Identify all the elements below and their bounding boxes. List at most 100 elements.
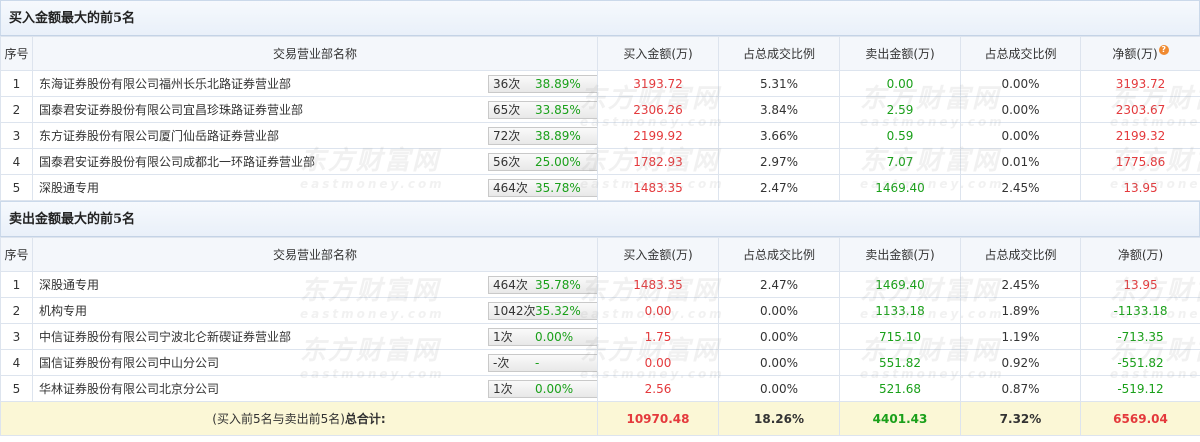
table-row: 3 东方证券股份有限公司厦门仙岳路证券营业部 72次 38.89% 2199.92 3.6… [0, 122, 1200, 149]
table-row: 1东海证券股份有限公司福州长乐北路证券营业部36次38.89%?3193.725… [0, 70, 1200, 97]
broker-cell: 中信证券股份有限公司宁波北仑新碶证券营业部 1次 0.00% [32, 323, 598, 350]
buy-header-row: 序号 交易营业部名称 买入金额(万) 占总成交比例 卖出金额(万) 占总成交比例… [0, 36, 1200, 71]
col-header-buy-amount: 买入金额(万) [597, 237, 719, 272]
buy-ratio: 3.84% [718, 96, 840, 123]
net-amount: 13.95 [1080, 271, 1200, 298]
buy-amount: 0.00 [597, 297, 719, 324]
broker-cell: 国泰君安证券股份有限公司成都北一环路证券营业部 56次 25.00% [32, 148, 598, 175]
sell-ratio: 2.45% [960, 271, 1081, 298]
appearance-count: 56次 [493, 155, 521, 169]
broker-name-link[interactable]: 中信证券股份有限公司宁波北仑新碶证券营业部 [39, 328, 291, 345]
col-header-net: 净额(万) [1080, 237, 1200, 272]
broker-cell: 深股通专用 464次 35.78% [32, 174, 598, 201]
broker-name-link[interactable]: 华林证券股份有限公司北京分公司 [39, 380, 219, 397]
col-header-buy-amount: 买入金额(万) [597, 36, 719, 71]
buy-table: 序号 交易营业部名称 买入金额(万) 占总成交比例 卖出金额(万) 占总成交比例… [0, 36, 1200, 201]
win-rate: 35.78% [535, 278, 581, 292]
broker-name-link[interactable]: 国泰君安证券股份有限公司宜昌珍珠路证券营业部 [39, 101, 303, 118]
sell-amount: 715.10 [839, 323, 961, 350]
sell-section: 卖出金额最大的前5名 序号 交易营业部名称 买入金额(万) 占总成交比例 卖出金… [0, 201, 1200, 436]
broker-name-link[interactable]: 东海证券股份有限公司福州长乐北路证券营业部 [39, 75, 291, 92]
history-stat-box[interactable]: 464次35.78%? [488, 276, 597, 294]
col-header-name: 交易营业部名称 [32, 36, 598, 71]
total-row: (买入前5名与卖出前5名)总合计: 10970.48 18.26% 4401.4… [0, 401, 1200, 436]
appearance-count: 72次 [493, 129, 521, 143]
sell-amount: 0.00 [839, 70, 961, 97]
sell-ratio: 0.01% [960, 148, 1081, 175]
buy-ratio: 0.00% [718, 375, 840, 402]
col-header-buy-ratio: 占总成交比例 [718, 36, 840, 71]
broker-name-link[interactable]: 机构专用 [39, 302, 87, 319]
appearance-count: 464次 [493, 278, 528, 292]
sell-amount: 7.07 [839, 148, 961, 175]
table-row: 5 华林证券股份有限公司北京分公司 1次 0.00% 2.56 0.00% 521.68 0.… [0, 375, 1200, 402]
buy-ratio: 2.47% [718, 174, 840, 201]
table-row: 2 国泰君安证券股份有限公司宜昌珍珠路证券营业部 65次 33.85% 2306.26 3… [0, 96, 1200, 123]
history-stat-box[interactable]: 1次 0.00% [488, 380, 597, 398]
total-buy-ratio: 18.26% [718, 401, 840, 436]
total-buy-amount: 10970.48 [597, 401, 719, 436]
total-label: (买入前5名与卖出前5名)总合计: [0, 401, 598, 436]
history-stat-box[interactable]: 1042次 35.32% [488, 302, 597, 320]
row-index: 5 [0, 375, 33, 402]
net-amount: 13.95 [1080, 174, 1200, 201]
broker-cell: 国信证券股份有限公司中山分公司 -次 - [32, 349, 598, 376]
appearance-count: 1次 [493, 330, 513, 344]
net-amount: 2199.32 [1080, 122, 1200, 149]
win-rate: 38.89% [535, 129, 581, 143]
buy-ratio: 3.66% [718, 122, 840, 149]
table-row: 4 国信证券股份有限公司中山分公司 -次 -0.00 0.00% 551.82 0.92% -… [0, 349, 1200, 376]
sell-amount: 521.68 [839, 375, 961, 402]
history-stat-box[interactable]: 36次38.89%? [488, 75, 597, 93]
row-index: 4 [0, 349, 33, 376]
history-stat-box[interactable]: 72次 38.89% [488, 127, 597, 145]
table-row: 1深股通专用464次35.78%?1483.352.47%1469.402.45… [0, 271, 1200, 298]
history-stat-box[interactable]: 56次 25.00% [488, 153, 597, 171]
buy-ratio: 0.00% [718, 349, 840, 376]
table-row: 2 机构专用 1042次 35.32% 0.00 0.00% 1133.18 1.89% -11… [0, 297, 1200, 324]
appearance-count: 65次 [493, 103, 521, 117]
broker-cell: 深股通专用464次35.78%? [32, 271, 598, 298]
sell-amount: 1469.40 [839, 174, 961, 201]
col-header-buy-ratio: 占总成交比例 [718, 237, 840, 272]
row-index: 1 [0, 70, 33, 97]
history-stat-box[interactable]: 65次 33.85% [488, 101, 597, 119]
question-icon[interactable]: ? [1158, 45, 1169, 55]
col-header-sell-amount: 卖出金额(万) [839, 237, 961, 272]
history-stat-box[interactable]: -次 - [488, 354, 597, 372]
broker-name-link[interactable]: 东方证券股份有限公司厦门仙岳路证券营业部 [39, 127, 279, 144]
history-stat-box[interactable]: 464次 35.78% [488, 179, 597, 197]
history-stat-box[interactable]: 1次 0.00% [488, 328, 597, 346]
buy-amount: 1483.35 [597, 174, 719, 201]
buy-section-title: 买入金额最大的前5名 [0, 0, 1200, 36]
table-row: 3 中信证券股份有限公司宁波北仑新碶证券营业部 1次 0.00% 1.75 0.00% 71… [0, 323, 1200, 350]
buy-amount: 2199.92 [597, 122, 719, 149]
sell-ratio: 1.19% [960, 323, 1081, 350]
net-amount: 2303.67 [1080, 96, 1200, 123]
win-rate: 33.85% [535, 103, 581, 117]
col-header-sell-ratio: 占总成交比例 [960, 237, 1081, 272]
appearance-count: 1次 [493, 382, 513, 396]
sell-amount: 551.82 [839, 349, 961, 376]
col-header-index: 序号 [0, 237, 33, 272]
broker-cell: 东海证券股份有限公司福州长乐北路证券营业部 36次38.89%? [32, 70, 598, 97]
sell-amount: 2.59 [839, 96, 961, 123]
appearance-count: 464次 [493, 181, 528, 195]
total-net: 6569.04 [1080, 401, 1200, 436]
sell-amount: 0.59 [839, 122, 961, 149]
broker-name-link[interactable]: 国信证券股份有限公司中山分公司 [39, 354, 219, 371]
win-rate: 0.00% [535, 330, 574, 344]
broker-name-link[interactable]: 深股通专用 [39, 179, 99, 196]
sell-ratio: 1.89% [960, 297, 1081, 324]
win-rate: 35.78% [535, 181, 581, 195]
table-row: 4 国泰君安证券股份有限公司成都北一环路证券营业部 56次 25.00% 1782.93… [0, 148, 1200, 175]
net-amount: -519.12 [1080, 375, 1200, 402]
total-sell-amount: 4401.43 [839, 401, 961, 436]
col-header-sell-amount: 卖出金额(万) [839, 36, 961, 71]
broker-name-link[interactable]: 国泰君安证券股份有限公司成都北一环路证券营业部 [39, 153, 315, 170]
buy-amount: 0.00 [597, 349, 719, 376]
sell-amount: 1469.40 [839, 271, 961, 298]
net-amount: -1133.18 [1080, 297, 1200, 324]
broker-name-link[interactable]: 深股通专用 [39, 276, 99, 293]
buy-amount: 2.56 [597, 375, 719, 402]
